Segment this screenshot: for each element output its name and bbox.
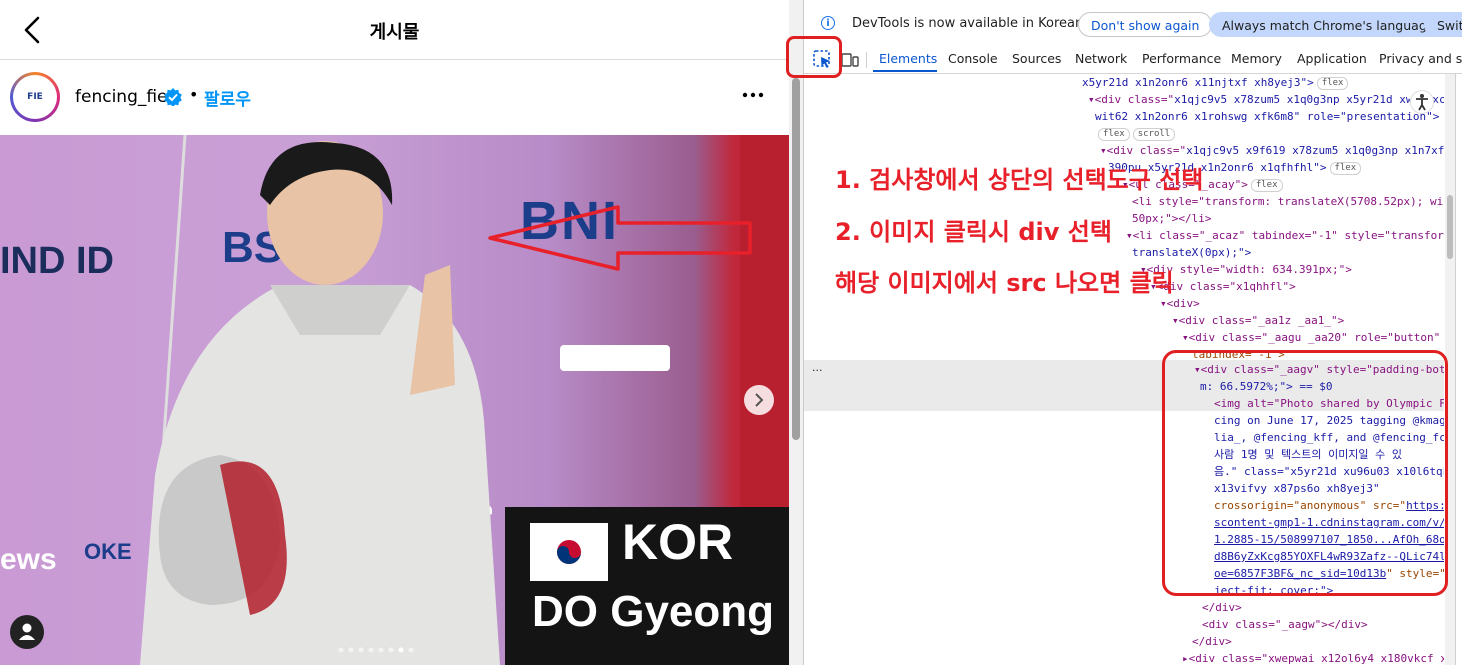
dom-text: </div> (1202, 601, 1242, 614)
dom-node-line[interactable]: flex scroll (1095, 125, 1176, 142)
separator-dot: • (189, 85, 199, 104)
instruction-step3: 해당 이미지에서 src 나오면 클릭 (835, 269, 1174, 297)
device-toolbar-icon[interactable] (841, 52, 859, 68)
annotation-arrow (488, 205, 752, 271)
tab-performance[interactable]: Performance (1142, 51, 1221, 66)
dom-tree-scrollbar-thumb[interactable] (1447, 195, 1453, 259)
country-code-text: KOR (622, 514, 734, 570)
flex-badge[interactable]: flex (1329, 161, 1362, 175)
person-icon (19, 623, 35, 640)
instagram-post-panel: 게시물 FIE fencing_fie • 팔로우 BNI IND ID BS … (0, 0, 789, 665)
tab-application[interactable]: Application (1297, 51, 1367, 66)
dom-text: <div class=" (1106, 144, 1187, 157)
img-src-highlight (1162, 350, 1448, 596)
dom-text: <div class="x1qhhfl"> (1156, 280, 1296, 293)
dom-node-line[interactable]: ▾<div class="_aagu _aa20" role="button" (1182, 329, 1440, 346)
dom-node-line[interactable]: <div class="_aagw"></div> (1202, 616, 1368, 633)
username-link[interactable]: fencing_fie (75, 87, 168, 107)
avatar[interactable]: FIE (10, 72, 60, 122)
devtools-tabbar: Elements Console Sources Network Perform… (804, 46, 1462, 74)
more-options-icon[interactable] (740, 82, 766, 108)
next-image-button[interactable] (744, 385, 774, 415)
dom-node-line[interactable]: ▾<li class="_acaz" tabindex="-1" style="… (1126, 227, 1444, 244)
page-scrollbar-thumb[interactable] (792, 78, 800, 440)
verified-badge-icon (164, 88, 182, 106)
dom-node-line[interactable]: <li style="transform: translateX(5708.52… (1132, 193, 1444, 210)
dom-node-line[interactable]: </div> (1202, 599, 1242, 616)
accessibility-icon[interactable] (1410, 90, 1434, 114)
korea-flag-icon (530, 523, 608, 581)
dom-text: <li class="_acaz" tabindex="-1" style="t… (1132, 229, 1444, 242)
fie-logo: FIE (13, 75, 57, 119)
sponsor-badge (560, 345, 670, 371)
athlete-figure (140, 135, 500, 665)
dom-node-line[interactable]: ▾<div class="_aa1z _aa1_"> (1172, 312, 1344, 329)
infobar-message: DevTools is now available in Korean (852, 16, 1084, 31)
dom-text: 50px;"></li> (1132, 212, 1212, 225)
dom-text: </div> (1192, 635, 1232, 648)
dom-text: <div class="_aagu _aa20" role="button" (1188, 331, 1441, 344)
dom-text: x1qjc9v5 x9f619 x78zum5 x1q0g3np x1n7xf2… (1186, 144, 1444, 157)
athlete-name-text: DO Gyeong (532, 587, 775, 636)
flex-badge[interactable]: flex (1098, 127, 1130, 141)
dont-show-again-button[interactable]: Don't show again (1078, 12, 1213, 37)
post-image[interactable]: BNI IND ID BS one ews OKE KOR DO Gyeong (0, 135, 789, 665)
dom-text: x1qjc9v5 x78zum5 x1q0g3np x5yr21d xw2csx… (1174, 93, 1444, 106)
dom-text: wit62 x1n2onr6 x1rohswg xfk6m8" role="pr… (1095, 110, 1440, 123)
info-icon: i (821, 16, 835, 30)
accessibility-figure-icon (1416, 94, 1428, 111)
dom-text: <div> (1166, 297, 1200, 310)
user-tag-button[interactable] (10, 615, 44, 649)
tab-elements[interactable]: Elements (879, 51, 937, 66)
dom-node-line[interactable]: </div> (1192, 633, 1232, 650)
dom-text: <div class="_aagw"></div> (1202, 618, 1368, 631)
tab-memory[interactable]: Memory (1231, 51, 1282, 66)
dom-text: <div style="width: 634.391px;"> (1146, 263, 1352, 276)
dom-text: <div class=" (1094, 93, 1175, 106)
carousel-dot-indicator-icon (338, 647, 414, 653)
tab-divider (866, 52, 867, 68)
tab-console[interactable]: Console (948, 51, 998, 66)
scroll-badge[interactable]: scroll (1132, 127, 1176, 141)
follow-button[interactable]: 팔로우 (204, 85, 251, 110)
dom-node-line[interactable]: 50px;"></li> (1132, 210, 1211, 227)
switch-language-button[interactable]: Switc (1424, 12, 1462, 37)
dom-node-line[interactable]: translateX(0px);"> (1132, 244, 1251, 261)
flex-badge[interactable]: flex (1250, 178, 1283, 192)
page-title: 게시물 (369, 22, 420, 43)
tab-network[interactable]: Network (1075, 51, 1127, 66)
tab-sources[interactable]: Sources (1012, 51, 1061, 66)
post-header-bar: 게시물 (0, 0, 789, 60)
styles-pane-edge (1455, 74, 1462, 665)
sponsor-news-text: ews (0, 543, 57, 576)
instruction-step2: 2. 이미지 클릭시 div 선택 (835, 218, 1112, 246)
carousel-dots (338, 638, 448, 653)
active-tab-indicator (873, 70, 937, 72)
instruction-step1: 1. 검사창에서 상단의 선택도구 선택 (835, 166, 1204, 194)
dom-text: x5yr21d x1n2onr6 x11njtxf xh8yej3"> (1082, 76, 1314, 89)
dom-node-line[interactable]: x5yr21d x1n2onr6 x11njtxf xh8yej3"> flex (1082, 74, 1349, 91)
chevron-right-icon (755, 393, 764, 407)
flex-badge[interactable]: flex (1316, 76, 1349, 90)
inspect-tool-highlight (786, 36, 842, 78)
language-infobar: i DevTools is now available in Korean Do… (804, 0, 1462, 46)
dom-text: translateX(0px);"> (1132, 246, 1252, 259)
dom-text: <li style="transform: translateX(5708.52… (1132, 195, 1444, 208)
tab-privacy[interactable]: Privacy and sec (1379, 51, 1462, 66)
post-author-row: FIE fencing_fie • 팔로우 (0, 60, 789, 135)
dom-node-line[interactable]: ▸<div class="xwepwai x12ol6y4 x180vkcf x… (1182, 650, 1444, 665)
dom-node-line[interactable]: wit62 x1n2onr6 x1rohswg xfk6m8" role="pr… (1095, 108, 1439, 125)
dom-node-line[interactable]: ▾<div class="x1qjc9v5 x9f619 x78zum5 x1q… (1100, 142, 1444, 159)
dom-text: <div class="_aa1z _aa1_"> (1178, 314, 1345, 327)
dom-text: <div class="xwepwai x12ol6y4 x180vkcf x1… (1188, 652, 1444, 665)
dom-node-line[interactable]: ▾<div class="x1qjc9v5 x78zum5 x1q0g3np x… (1088, 91, 1444, 108)
match-language-button[interactable]: Always match Chrome's language (1209, 12, 1448, 37)
